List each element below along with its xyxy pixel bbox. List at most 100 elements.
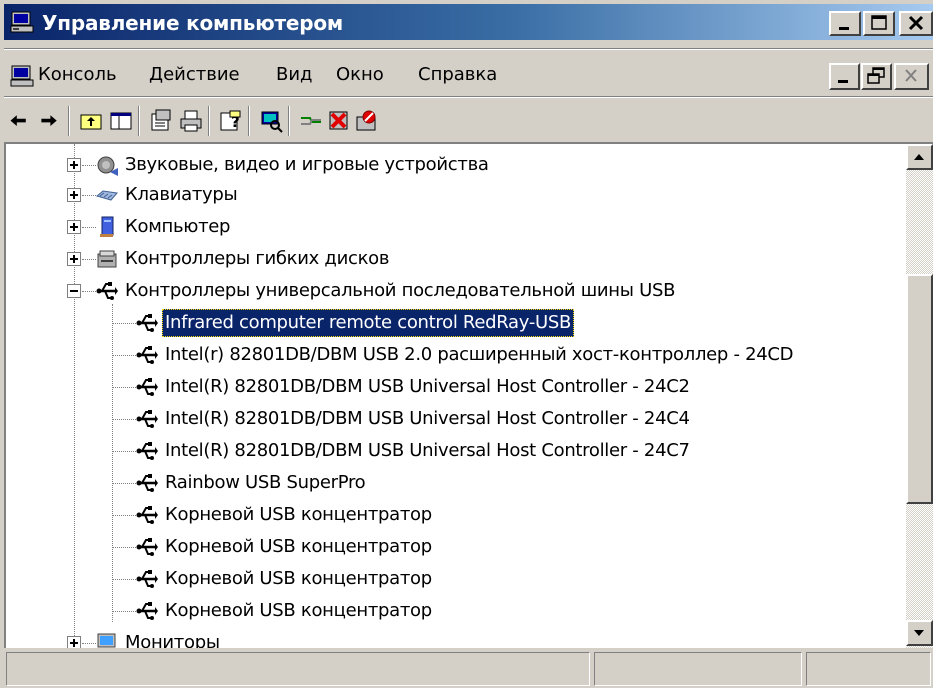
mdi-restore-button[interactable] (861, 63, 892, 90)
properties-icon[interactable] (148, 108, 174, 134)
maximize-button[interactable] (863, 11, 895, 36)
tree-node-label: Корневой USB концентратор (165, 536, 432, 557)
computer-icon (100, 216, 114, 237)
mdi-minimize-button[interactable] (829, 63, 860, 90)
tree-connector (112, 323, 136, 324)
print-icon[interactable] (178, 108, 204, 134)
tree-node-usb-device[interactable]: Корневой USB концентратор (112, 500, 812, 530)
tree-node-label: Rainbow USB SuperPro (165, 472, 366, 493)
tree-node-keyboards[interactable]: Клавиатуры (66, 180, 766, 210)
menu-console[interactable]: Консоль (38, 64, 117, 85)
tree-node-usb-device[interactable]: Intel(R) 82801DB/DBM USB Universal Host … (112, 372, 812, 402)
menu-console-label: Консоль (38, 64, 117, 85)
collapse-button[interactable] (67, 284, 81, 298)
tree-connector (112, 355, 136, 356)
close-icon (905, 69, 917, 82)
disable-icon[interactable] (354, 108, 380, 134)
expand-button[interactable] (67, 220, 81, 234)
menu-window[interactable]: Окно (336, 64, 384, 85)
usb-icon (136, 602, 158, 620)
minimize-icon (838, 80, 848, 83)
tree-connector (82, 195, 96, 196)
show-hide-tree-icon[interactable] (108, 108, 134, 134)
expand-button[interactable] (67, 158, 81, 172)
tree-node-usb-device[interactable]: Intel(R) 82801DB/DBM USB Universal Host … (112, 436, 812, 466)
monitor-icon (97, 633, 116, 648)
tree-node-usb-device[interactable]: Infrared computer remote control RedRay-… (112, 308, 712, 338)
forward-icon[interactable] (36, 108, 62, 134)
computer-management-window: Управление компьютером Консоль Действие … (0, 0, 933, 688)
arrow-up-icon (914, 154, 924, 160)
expand-button[interactable] (67, 636, 81, 648)
tree-node-usb-device[interactable]: Intel(r) 82801DB/DBM USB 2.0 расширенный… (112, 340, 906, 370)
toolbar-separator (208, 106, 210, 136)
menu-help[interactable]: Справка (418, 64, 497, 85)
menu-window-label: Окно (336, 64, 384, 85)
menu-action-label: Действие (149, 64, 240, 85)
separator (4, 96, 933, 98)
tree-connector (112, 515, 136, 516)
title-bar[interactable]: Управление компьютером (4, 4, 933, 40)
menu-view-label: Вид (276, 64, 313, 85)
tree-node-usb-controllers[interactable]: Контроллеры универсальной последовательн… (66, 276, 866, 306)
computer-management-icon (10, 11, 34, 33)
tree-node-label: Intel(R) 82801DB/DBM USB Universal Host … (165, 376, 690, 397)
toolbar-separator (288, 106, 290, 136)
separator (4, 48, 933, 50)
scan-hardware-icon[interactable] (258, 108, 284, 134)
tree-node-label: Infrared computer remote control RedRay-… (162, 309, 575, 337)
tree-connector (112, 483, 136, 484)
tree-node-floppy-controllers[interactable]: Контроллеры гибких дисков (66, 244, 766, 274)
close-icon (908, 15, 924, 31)
tree-connector (82, 165, 96, 166)
tree-node-label: Intel(r) 82801DB/DBM USB 2.0 расширенный… (165, 344, 794, 365)
scroll-thumb[interactable] (906, 274, 933, 504)
tree-node-usb-device[interactable]: Корневой USB концентратор (112, 564, 812, 594)
maximize-icon (871, 15, 887, 30)
expand-button[interactable] (67, 252, 81, 266)
tree-node-label: Клавиатуры (125, 184, 238, 205)
tree-connector (112, 419, 136, 420)
tree-node-computer[interactable]: Компьютер (66, 212, 766, 242)
tree-node-usb-device[interactable]: Корневой USB концентратор (112, 596, 812, 626)
tree-connector (112, 451, 136, 452)
update-driver-icon[interactable] (298, 108, 324, 134)
tree-connector (112, 611, 136, 612)
tree-node-label: Корневой USB концентратор (165, 600, 432, 621)
scroll-down-button[interactable] (906, 620, 933, 646)
close-button[interactable] (899, 11, 933, 36)
scroll-up-button[interactable] (906, 144, 933, 170)
tree-node-usb-device[interactable]: Корневой USB концентратор (112, 532, 812, 562)
expand-button[interactable] (67, 188, 81, 202)
restore-icon (867, 67, 885, 84)
uninstall-icon[interactable] (326, 108, 352, 134)
tree-node-usb-device[interactable]: Rainbow USB SuperPro (112, 468, 812, 498)
tree-node-usb-device[interactable]: Intel(R) 82801DB/DBM USB Universal Host … (112, 404, 812, 434)
minimize-button[interactable] (829, 11, 861, 36)
tree-connector (82, 643, 96, 644)
arrow-down-icon (914, 630, 924, 636)
usb-icon (96, 282, 118, 300)
status-pane-tertiary (806, 652, 931, 686)
tree-node-label: Intel(R) 82801DB/DBM USB Universal Host … (165, 440, 690, 461)
tree-connector (82, 291, 96, 292)
status-bar (4, 650, 933, 688)
up-folder-icon[interactable] (78, 108, 104, 134)
usb-icon (136, 506, 158, 524)
back-icon[interactable] (6, 108, 32, 134)
toolbar-separator (248, 106, 250, 136)
tree-node-monitors[interactable]: Мониторы (66, 628, 766, 648)
usb-icon (136, 346, 158, 364)
mdi-close-button[interactable] (894, 63, 929, 90)
device-tree[interactable]: Звуковые, видео и игровые устройства Кла… (6, 144, 906, 648)
vertical-scrollbar[interactable] (906, 144, 933, 648)
console-icon[interactable] (10, 64, 34, 88)
tree-node-label: Корневой USB концентратор (165, 504, 432, 525)
menu-action[interactable]: Действие (149, 64, 240, 85)
window-title: Управление компьютером (42, 11, 344, 35)
menu-view[interactable]: Вид (276, 64, 313, 85)
help-icon[interactable]: ? (218, 108, 244, 134)
status-pane-main (6, 652, 590, 686)
tree-connector (112, 387, 136, 388)
tree-node-sound[interactable]: Звуковые, видео и игровые устройства (66, 150, 766, 180)
